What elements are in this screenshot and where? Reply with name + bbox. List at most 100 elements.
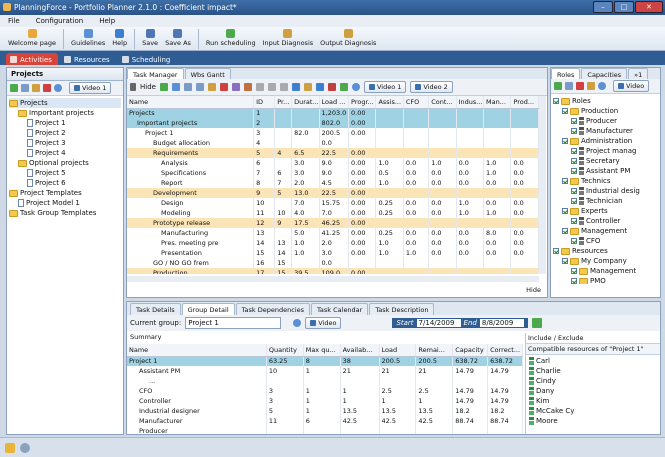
compatible-resource[interactable]: Carl	[529, 356, 657, 366]
add-icon[interactable]	[554, 82, 562, 90]
column-header[interactable]: Indus...	[456, 96, 485, 109]
tree-item[interactable]: Resources	[553, 246, 658, 256]
filter-icon[interactable]	[279, 83, 288, 91]
checkbox[interactable]	[571, 168, 577, 174]
checkbox[interactable]	[571, 188, 577, 194]
compatible-resource[interactable]: McCake Cy	[529, 406, 657, 416]
table-row[interactable]: Assistant PM 10 1 21 21 21 14.79 14.79	[127, 366, 523, 376]
video-button[interactable]: Video	[305, 317, 342, 329]
cut-icon[interactable]	[255, 83, 264, 91]
checkbox[interactable]	[553, 98, 559, 104]
tree-item[interactable]: Project 3	[9, 138, 121, 148]
checkbox[interactable]	[571, 238, 577, 244]
edit-icon[interactable]	[21, 84, 29, 92]
ok-icon[interactable]	[339, 83, 348, 91]
table-row[interactable]: Controller 3 1 1 1 1 14.79 14.79	[127, 396, 523, 406]
checkbox[interactable]	[571, 278, 577, 284]
column-header[interactable]: ID	[253, 96, 276, 109]
tab-scheduling[interactable]: Scheduling	[118, 53, 177, 65]
table-row[interactable]: Pres. meeting pre 14 13 1.0 2.0 0.00 1.0 0.0 0.0…	[127, 238, 539, 248]
tree-item[interactable]: Project Templates	[9, 188, 121, 198]
checkbox[interactable]	[562, 108, 568, 114]
table-row[interactable]: Manufacturing 13 5.0 41.25 0.00 0.25 0.0 0.0 0.0…	[127, 228, 539, 238]
tab-roles[interactable]: Roles	[551, 68, 581, 79]
tab-resources[interactable]: Resources	[60, 53, 116, 65]
table-row[interactable]: Budget allocation 4 0.0	[127, 138, 539, 148]
table-row[interactable]: Requirements 5 4 6.5 22.5 0.00	[127, 148, 539, 158]
help-icon[interactable]	[54, 84, 62, 92]
table-row[interactable]: Manufacturer 11 6 42.5 42.5 42.5 88.74 88.74	[127, 416, 523, 426]
column-header[interactable]: Quantity	[266, 344, 304, 357]
table-row[interactable]: Project 1 63.25 8 38 200.5 200.5 638.72 638.72	[127, 356, 523, 366]
table-row[interactable]: CFO 3 1 1 2.5 2.5 14.79 14.79	[127, 386, 523, 396]
video2-button[interactable]: Video 2	[410, 81, 453, 93]
checkbox[interactable]	[562, 138, 568, 144]
table-row[interactable]: Specifications 7 6 3.0 9.0 0.00 0.5 0.0 0.0 0.0 1.…	[127, 168, 539, 178]
tree-item[interactable]: Technician	[553, 196, 658, 206]
priority-icon[interactable]	[327, 83, 336, 91]
table-row[interactable]: Modeling 11 10 4.0 7.0 0.00 0.25 0.0 0.0 1.0 1.0 0.…	[127, 208, 539, 218]
collapse-icon[interactable]	[130, 83, 136, 91]
link-icon[interactable]	[207, 83, 216, 91]
checkbox[interactable]	[571, 268, 577, 274]
toolbar-button-run-scheduling[interactable]: Run scheduling	[206, 29, 256, 47]
column-header[interactable]: Correct...	[487, 344, 523, 357]
tree-item[interactable]: Important projects	[9, 108, 121, 118]
column-header[interactable]: Durat...	[291, 96, 320, 109]
checkbox[interactable]	[562, 258, 568, 264]
column-header[interactable]: Name	[127, 344, 267, 357]
toolbar-button-welcome-page[interactable]: Welcome page	[8, 29, 56, 47]
table-row[interactable]: Design 10 7.0 15.75 0.00 0.25 0.0 0.0 1.0 0.0 0.0	[127, 198, 539, 208]
help-icon[interactable]	[351, 83, 360, 91]
tree-item[interactable]: Project 5	[9, 168, 121, 178]
toolbar-button-save-as[interactable]: Save As	[165, 29, 191, 47]
tree-item[interactable]: Technics	[553, 176, 658, 186]
compatible-resource[interactable]: Moore	[529, 416, 657, 426]
tree-item[interactable]: Management	[553, 226, 658, 236]
menu-item-help[interactable]: Help	[99, 17, 115, 27]
table-row[interactable]: Industrial designer 5 1 13.5 13.5 13.5 18.2 18.…	[127, 406, 523, 416]
outdent-icon[interactable]	[195, 83, 204, 91]
tree-item[interactable]: Project 6	[9, 178, 121, 188]
toolbar-button-save[interactable]: Save	[142, 29, 158, 47]
minimize-button[interactable]: –	[593, 1, 613, 13]
refresh-icon[interactable]	[531, 318, 542, 328]
help-icon[interactable]	[598, 82, 606, 90]
compatible-resource[interactable]: Charlie	[529, 366, 657, 376]
table-row[interactable]: Prototype release 12 9 17.5 46.25 0.00	[127, 218, 539, 228]
copy-icon[interactable]	[32, 84, 40, 92]
close-button[interactable]: ✕	[635, 1, 663, 13]
delete-icon[interactable]	[576, 82, 584, 90]
end-date-field[interactable]: 8/8/2009	[479, 319, 524, 327]
copy-icon[interactable]	[587, 82, 595, 90]
delete-icon[interactable]	[43, 84, 51, 92]
tree-item[interactable]: Controller	[553, 216, 658, 226]
tree-item[interactable]: Administration	[553, 136, 658, 146]
grid-icon[interactable]	[291, 83, 300, 91]
compatible-resource[interactable]: Dany	[529, 386, 657, 396]
tree-item[interactable]: Project Model 1	[9, 198, 121, 208]
tab-task-details[interactable]: Task Details	[130, 303, 181, 315]
tree-item[interactable]: Task Group Templates	[9, 208, 121, 218]
table-row[interactable]: GO / NO GO frem 16 15 0.0	[127, 258, 539, 268]
table-row[interactable]: Important projects 2 802.0 0.00	[127, 118, 539, 128]
checkbox[interactable]	[571, 118, 577, 124]
task-grid-scrollbar[interactable]	[539, 96, 546, 274]
add-task-icon[interactable]	[159, 83, 168, 91]
tab-wbs-gantt[interactable]: Wbs Gantt	[184, 68, 231, 79]
expand-icon[interactable]	[303, 83, 312, 91]
table-row[interactable]: Analysis 6 3.0 9.0 0.00 1.0 0.0 1.0 0.0 1.0 0.0	[127, 158, 539, 168]
tree-item[interactable]: Projects	[9, 98, 121, 108]
compatible-resource[interactable]: Cindy	[529, 376, 657, 386]
column-header[interactable]: Cont...	[428, 96, 457, 109]
tree-item[interactable]: Project 4	[9, 148, 121, 158]
compatible-resource[interactable]: Kim	[529, 396, 657, 406]
toolbar-button-guidelines[interactable]: Guidelines	[71, 29, 105, 47]
column-header[interactable]: CFO	[403, 96, 430, 109]
column-header[interactable]: Remai...	[415, 344, 454, 357]
tree-item[interactable]: Manufacturer	[553, 126, 658, 136]
column-header[interactable]: Man...	[483, 96, 512, 109]
tab-more[interactable]: »1	[628, 68, 649, 79]
table-row[interactable]: Production 17 15 39.5 109.0 0.00	[127, 268, 539, 274]
delete-task-icon[interactable]	[219, 83, 228, 91]
